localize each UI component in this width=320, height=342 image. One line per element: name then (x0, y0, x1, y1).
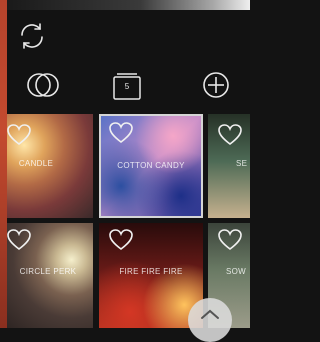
top-gradient (7, 0, 250, 10)
heart-icon[interactable] (7, 229, 31, 251)
filter-label: SOW (226, 267, 247, 276)
add-icon[interactable] (201, 70, 231, 100)
filter-label: FIRE FIRE FIRE (119, 267, 183, 276)
layers-icon[interactable]: 5 (112, 72, 142, 102)
scroll-up-button[interactable] (188, 298, 232, 342)
accent-strip (0, 0, 7, 328)
heart-icon[interactable] (218, 229, 242, 251)
heart-icon[interactable] (218, 124, 242, 146)
filter-tile-circle-perk[interactable]: CIRCLE PERK (7, 223, 93, 328)
filter-tile-fire-fire-fire[interactable]: FIRE FIRE FIRE (99, 223, 203, 328)
refresh-icon[interactable] (16, 20, 48, 52)
heart-icon[interactable] (7, 124, 31, 146)
filter-tile-cotton-candy[interactable]: COTTON CANDY (99, 114, 203, 218)
heart-icon[interactable] (109, 229, 133, 251)
filter-tile-candle[interactable]: CANDLE (7, 114, 93, 218)
blend-icon[interactable] (26, 68, 60, 102)
chevron-up-icon (201, 309, 219, 319)
filter-label: CIRCLE PERK (19, 267, 77, 276)
layers-count: 5 (124, 82, 130, 91)
filter-tile-se[interactable]: SE (208, 114, 250, 218)
filter-label: SE (236, 159, 248, 168)
filter-label: CANDLE (18, 159, 54, 168)
filter-label: COTTON CANDY (117, 161, 185, 170)
heart-icon[interactable] (109, 122, 133, 144)
